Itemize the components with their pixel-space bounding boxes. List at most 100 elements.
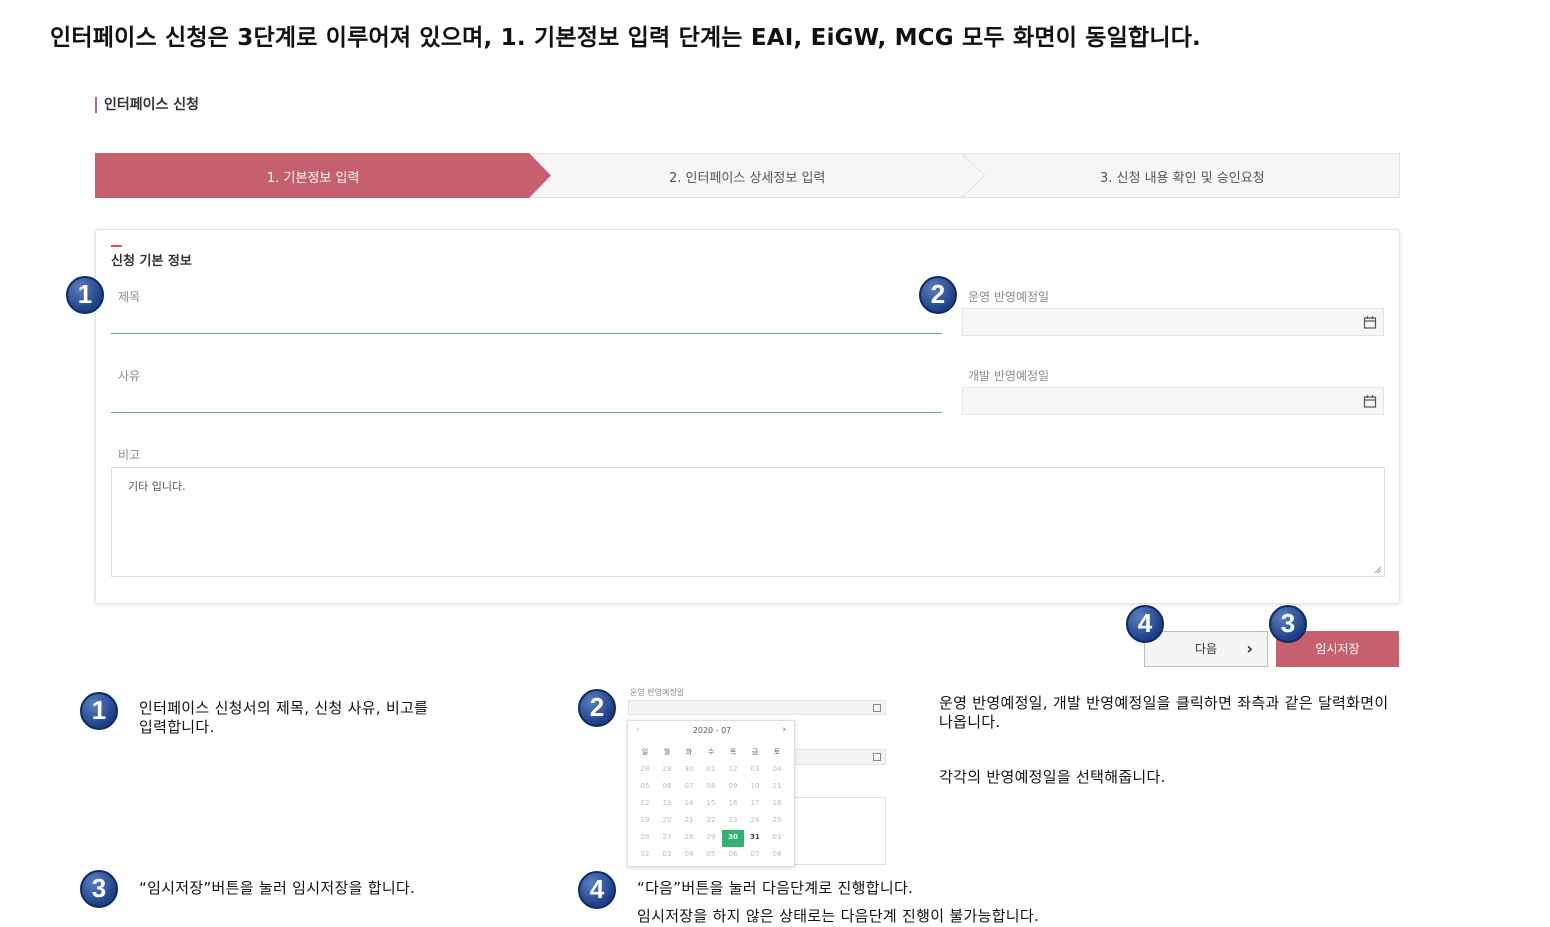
datepicker-day[interactable]: 01 [766,830,788,847]
datepicker-day[interactable]: 23 [722,813,744,830]
datepicker-day[interactable]: 22 [700,813,722,830]
weekday-header: 일 [641,748,649,756]
calendar-popup-example: 운영 반영예정일 ‹ 2020 - 07 › 일 월 화 수 목 금 토 28 29 30 01 02… [626,685,888,867]
datepicker-day[interactable]: 31 [744,830,766,847]
desc-badge-4: 4 [578,871,616,909]
datepicker-week: 28 29 30 01 02 03 04 [634,762,788,779]
datepicker-week: 12 13 14 15 16 17 18 [634,796,788,813]
desc-badge-1: 1 [80,692,118,730]
datepicker-day[interactable]: 20 [656,813,678,830]
calendar-icon [873,753,881,761]
datepicker-day[interactable]: 09 [722,779,744,796]
datepicker-day[interactable]: 27 [656,830,678,847]
datepicker-day[interactable]: 05 [700,847,722,864]
datepicker-day[interactable]: 24 [744,813,766,830]
datepicker-day[interactable]: 28 [634,762,656,779]
callout-badge-1: 1 [66,276,104,314]
datepicker-day[interactable]: 16 [722,796,744,813]
desc-2-line-3: 각각의 반영예정일을 선택해줍니다. [939,768,1166,786]
chevron-right-icon: › [1246,639,1253,658]
datepicker-day[interactable]: 30 [722,830,744,847]
datepicker-day[interactable]: 02 [722,762,744,779]
datepicker-day[interactable]: 21 [678,813,700,830]
datepicker-day[interactable]: 13 [656,796,678,813]
note-label: 비고 [118,448,141,462]
datepicker-day[interactable]: 28 [678,830,700,847]
desc-badge-2: 2 [578,689,616,727]
datepicker-day[interactable]: 07 [744,847,766,864]
basic-info-form: 신청 기본 정보 제목 사유 운영 반영예정일 개발 반영예정일 비고 기타 입… [95,229,1400,604]
weekday-header: 화 [685,748,693,756]
datepicker-day[interactable]: 17 [744,796,766,813]
desc-2: 운영 반영예정일, 개발 반영예정일을 클릭하면 좌측과 같은 달력화면이 나옵… [939,694,1388,732]
reason-label: 사유 [118,369,141,383]
datepicker-day[interactable]: 07 [678,779,700,796]
datepicker-day[interactable]: 30 [678,762,700,779]
next-button-label: 다음 [1194,642,1218,656]
page-title: 인터페이스 신청 [95,97,199,113]
step-2-interface-detail[interactable]: 2. 인터페이스 상세정보 입력 [669,167,825,186]
datepicker-day[interactable]: 08 [766,847,788,864]
datepicker-grid: 일 월 화 수 목 금 토 28 29 30 01 02 03 04 05 06 07 08 09 10 11 12 13 1… [634,745,788,864]
datepicker-day[interactable]: 11 [766,779,788,796]
datepicker-popup: ‹ 2020 - 07 › 일 월 화 수 목 금 토 28 29 30 01 02 03 04 05 06 0… [627,720,795,867]
datepicker-day[interactable]: 12 [634,796,656,813]
calendar-example-field [628,700,886,715]
desc-1: 인터페이스 신청서의 제목, 신청 사유, 비고를 입력합니다. [139,699,428,737]
note-value: 기타 입니다. [128,480,186,493]
calendar-icon[interactable] [1363,394,1377,408]
datepicker-day[interactable]: 10 [744,779,766,796]
datepicker-day[interactable]: 18 [766,796,788,813]
ops-date-input[interactable] [962,308,1384,336]
desc-2-line-1: 운영 반영예정일, 개발 반영예정일을 클릭하면 좌측과 같은 달력화면이 [939,694,1389,712]
dev-date-input[interactable] [962,387,1384,415]
step-progress-bar: 1. 기본정보 입력 2. 인터페이스 상세정보 입력 3. 신청 내용 확인 … [95,153,1400,198]
calendar-example-label: 운영 반영예정일 [630,688,685,697]
callout-badge-2: 2 [919,276,957,314]
section-title: 신청 기본 정보 [111,254,192,269]
datepicker-week: 26 27 28 29 30 31 01 [634,830,788,847]
calendar-icon[interactable] [1363,315,1377,329]
datepicker-day[interactable]: 14 [678,796,700,813]
next-month-icon: › [782,725,786,735]
datepicker-day[interactable]: 02 [634,847,656,864]
datepicker-day[interactable]: 04 [678,847,700,864]
datepicker-week: 02 03 04 05 06 07 08 [634,847,788,864]
datepicker-day[interactable]: 25 [766,813,788,830]
desc-4-line-1: “다음”버튼을 눌러 다음단계로 진행합니다. [637,879,914,897]
reason-input[interactable] [111,389,942,413]
title-input[interactable] [111,310,942,334]
desc-4-line-2: 임시저장을 하지 않은 상태로는 다음단계 진행이 불가능합니다. [637,907,1040,925]
section-title-accent [111,245,122,247]
next-button[interactable]: 다음 › [1144,631,1268,667]
calendar-icon [873,704,881,712]
callout-badge-4: 4 [1126,605,1164,643]
weekday-header: 금 [751,748,759,756]
datepicker-day[interactable]: 04 [766,762,788,779]
callout-badge-3: 3 [1269,605,1307,643]
step-3-confirm-approval[interactable]: 3. 신청 내용 확인 및 승인요청 [1100,167,1265,186]
weekday-header: 토 [773,748,781,756]
note-textarea[interactable]: 기타 입니다. [111,467,1385,577]
datepicker-day[interactable]: 06 [722,847,744,864]
desc-2-line-2: 나옵니다. [939,713,1001,731]
step-1-basic-info[interactable]: 1. 기본정보 입력 [267,167,359,186]
datepicker-day[interactable]: 29 [656,762,678,779]
datepicker-day[interactable]: 29 [700,830,722,847]
datepicker-day[interactable]: 03 [744,762,766,779]
datepicker-day[interactable]: 05 [634,779,656,796]
datepicker-day[interactable]: 15 [700,796,722,813]
datepicker-day[interactable]: 19 [634,813,656,830]
datepicker-day[interactable]: 06 [656,779,678,796]
desc-1-line-2: 입력합니다. [139,718,215,736]
headline: 인터페이스 신청은 3단계로 이루어져 있으며, 1. 기본정보 입력 단계는 … [50,25,1201,51]
datepicker-day[interactable]: 26 [634,830,656,847]
dev-date-label: 개발 반영예정일 [968,369,1050,383]
datepicker-day[interactable]: 01 [700,762,722,779]
calendar-example-field-2 [794,749,886,765]
datepicker-day[interactable]: 08 [700,779,722,796]
datepicker-day[interactable]: 03 [656,847,678,864]
resize-grip-icon[interactable] [1374,566,1382,574]
weekday-header: 월 [663,748,671,756]
desc-1-line-1: 인터페이스 신청서의 제목, 신청 사유, 비고를 [139,699,429,717]
